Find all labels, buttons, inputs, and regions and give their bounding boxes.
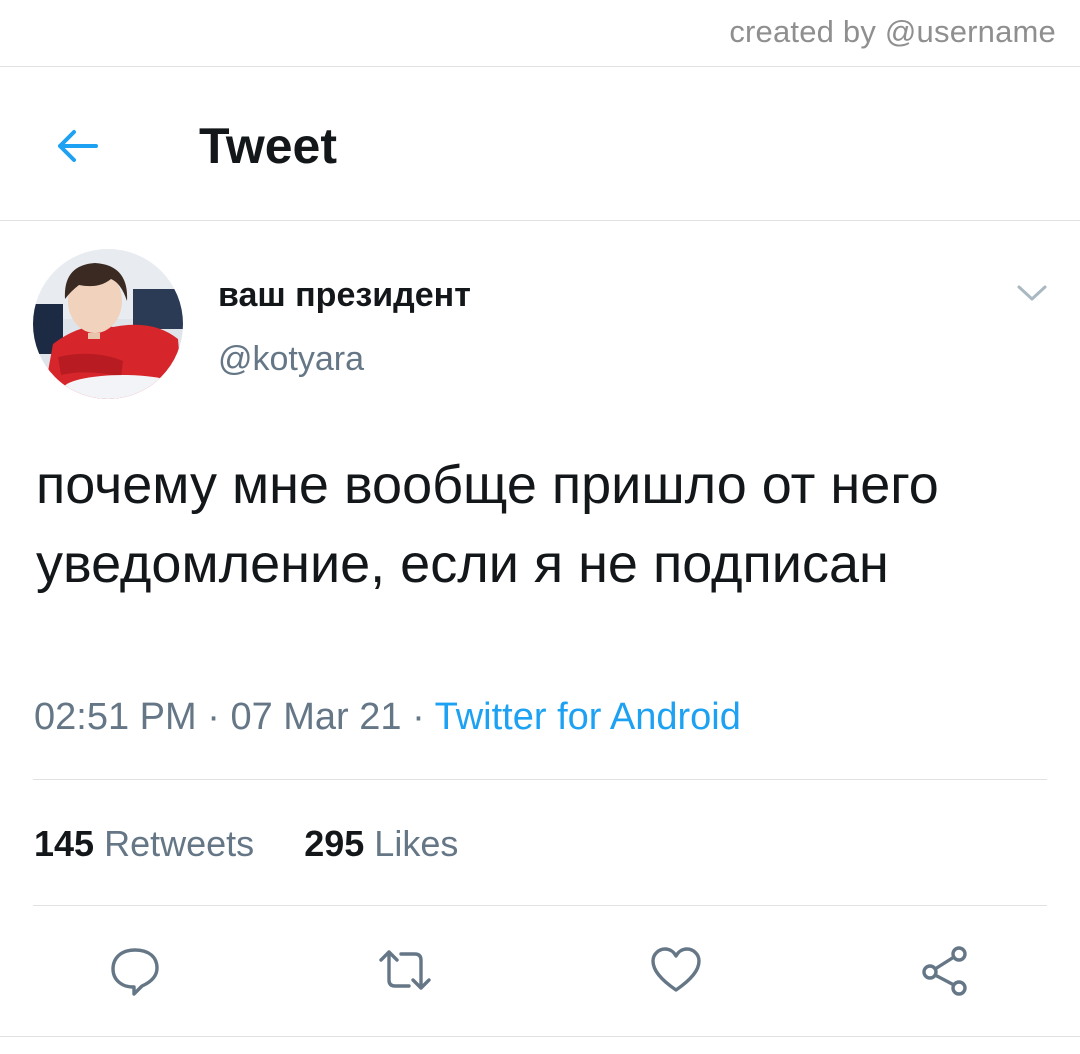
divider	[33, 779, 1047, 780]
author-handle[interactable]: @kotyara	[218, 340, 364, 379]
tweet-detail-screen: created by @username Tweet ваш президент…	[0, 0, 1080, 1054]
retweets-count: 145	[34, 823, 95, 864]
chevron-down-icon	[1017, 285, 1047, 301]
back-button[interactable]	[44, 113, 110, 179]
comment-icon	[111, 948, 159, 996]
page-title: Tweet	[199, 118, 337, 174]
share-button[interactable]	[910, 935, 980, 1005]
share-icon	[922, 946, 967, 996]
top-app-bar: Tweet	[0, 67, 1080, 221]
tweet-actions-bar	[0, 930, 1080, 1010]
likes-label: Likes	[374, 823, 459, 864]
avatar-image	[33, 249, 183, 399]
watermark-text: created by @username	[729, 14, 1056, 49]
likes-count: 295	[304, 823, 365, 864]
retweet-icon	[379, 950, 431, 990]
retweets-stat[interactable]: 145 Retweets	[34, 823, 264, 864]
retweet-button[interactable]	[370, 935, 440, 1005]
divider	[33, 905, 1047, 906]
tweet-text: почему мне вообще пришло от него уведомл…	[36, 455, 939, 594]
tweet-stats: 145 Retweets 295 Likes	[34, 823, 458, 865]
retweets-label: Retweets	[104, 823, 255, 864]
arrow-left-icon	[58, 130, 98, 162]
author-display-name[interactable]: ваш президент	[218, 276, 471, 315]
avatar[interactable]	[33, 249, 183, 399]
heart-icon	[651, 947, 701, 992]
meta-separator: ·	[412, 696, 425, 738]
tweet-source-link[interactable]: Twitter for Android	[435, 696, 741, 738]
tweet-options-button[interactable]	[1010, 276, 1054, 310]
reply-button[interactable]	[100, 935, 170, 1005]
likes-stat[interactable]: 295 Likes	[304, 823, 458, 864]
tweet-time: 02:51 PM	[34, 696, 197, 738]
divider	[0, 1036, 1080, 1037]
divider	[0, 220, 1080, 221]
tweet-meta: 02:51 PM · 07 Mar 21 · Twitter for Andro…	[34, 696, 741, 739]
like-button[interactable]	[641, 935, 711, 1005]
tweet-date: 07 Mar 21	[230, 696, 402, 738]
meta-separator: ·	[207, 696, 220, 738]
